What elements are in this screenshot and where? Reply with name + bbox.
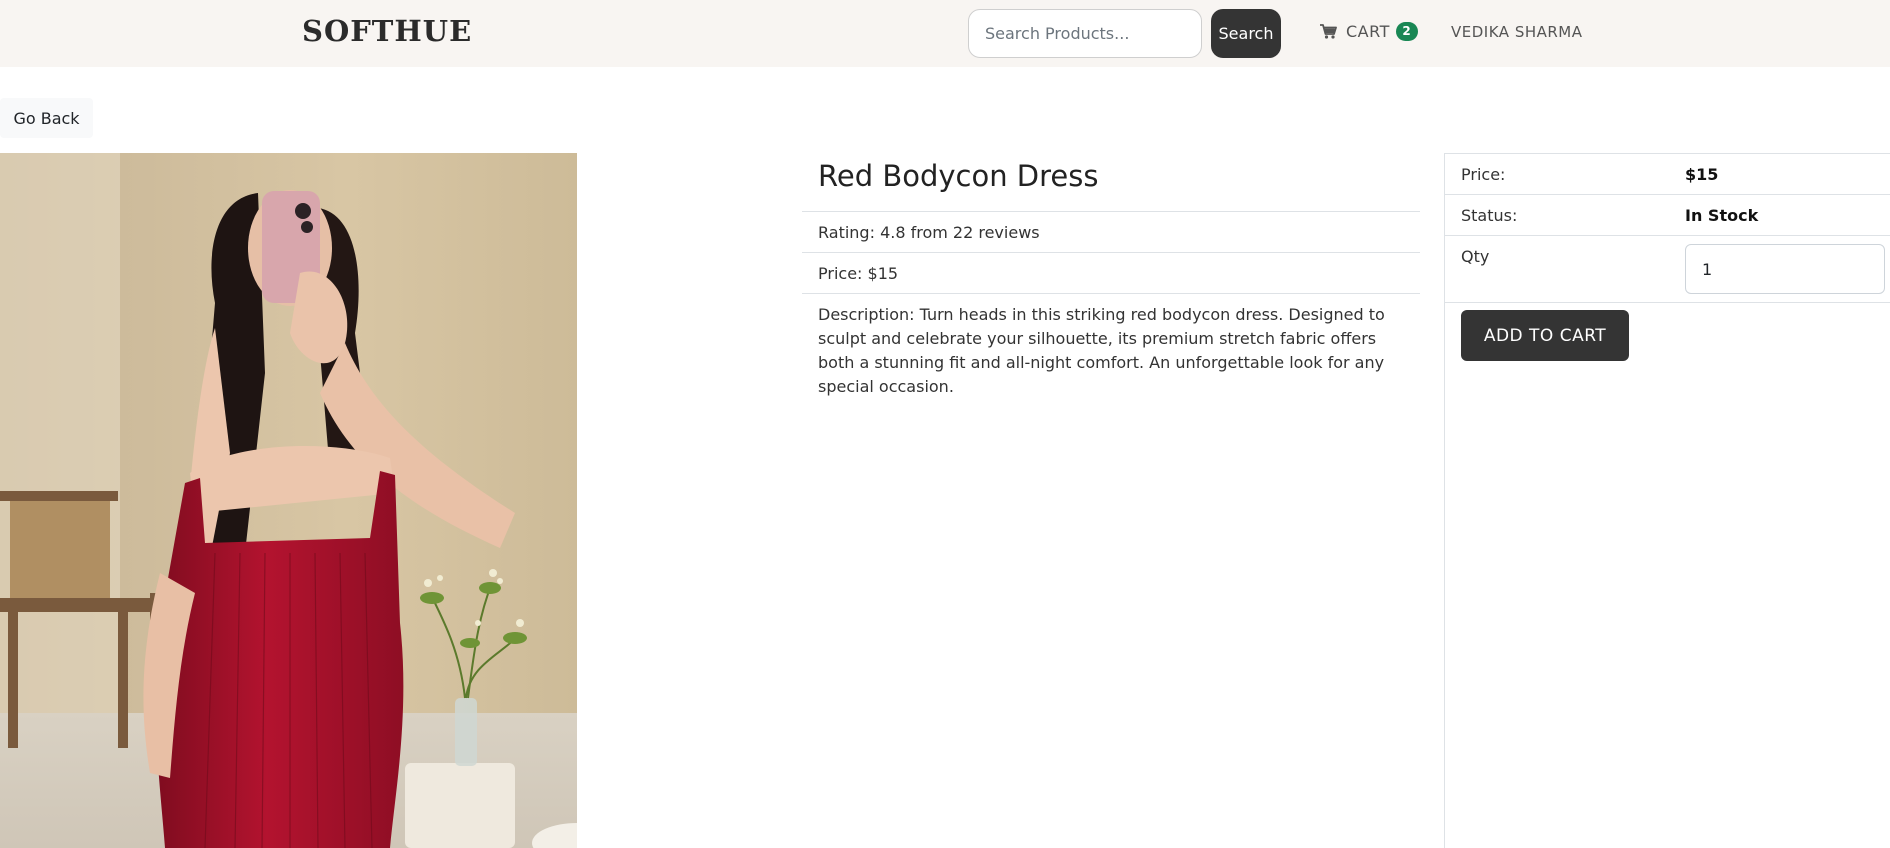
search-input[interactable] bbox=[968, 9, 1202, 58]
product-description: Description: Turn heads in this striking… bbox=[818, 305, 1385, 396]
price-row: Price: $15 bbox=[1445, 154, 1890, 195]
purchase-card: Price: $15 Status: In Stock Qty 1 ADD TO… bbox=[1444, 153, 1890, 848]
status-value: In Stock bbox=[1685, 206, 1759, 225]
product-rating: Rating: 4.8 from 22 reviews bbox=[802, 212, 1420, 253]
brand-logo[interactable]: SOFTHUE bbox=[302, 14, 472, 48]
price-value: $15 bbox=[1685, 165, 1719, 184]
product-title-row: Red Bodycon Dress bbox=[802, 153, 1420, 212]
add-to-cart-button[interactable]: ADD TO CART bbox=[1461, 310, 1629, 361]
status-label: Status: bbox=[1461, 206, 1518, 225]
shopping-cart-icon bbox=[1320, 24, 1337, 39]
status-row: Status: In Stock bbox=[1445, 195, 1890, 236]
search-button[interactable]: Search bbox=[1211, 9, 1281, 58]
cart-count-badge: 2 bbox=[1395, 22, 1418, 41]
qty-select[interactable]: 1 bbox=[1685, 244, 1885, 294]
product-title: Red Bodycon Dress bbox=[818, 159, 1099, 193]
user-menu[interactable]: VEDIKA SHARMA bbox=[1451, 23, 1583, 41]
cart-label: CART bbox=[1346, 22, 1390, 41]
product-price: Price: $15 bbox=[802, 253, 1420, 294]
price-label: Price: bbox=[1461, 165, 1506, 184]
product-photo bbox=[0, 153, 577, 848]
qty-label: Qty bbox=[1461, 247, 1490, 266]
product-details: Red Bodycon Dress Rating: 4.8 from 22 re… bbox=[802, 153, 1420, 399]
cart-link[interactable]: CART 2 bbox=[1320, 22, 1418, 41]
product-image bbox=[0, 153, 577, 848]
qty-row: Qty 1 bbox=[1445, 236, 1890, 303]
go-back-button[interactable]: Go Back bbox=[0, 98, 93, 138]
navbar: SOFTHUE Search CART 2 VEDIKA SHARMA bbox=[0, 0, 1890, 67]
